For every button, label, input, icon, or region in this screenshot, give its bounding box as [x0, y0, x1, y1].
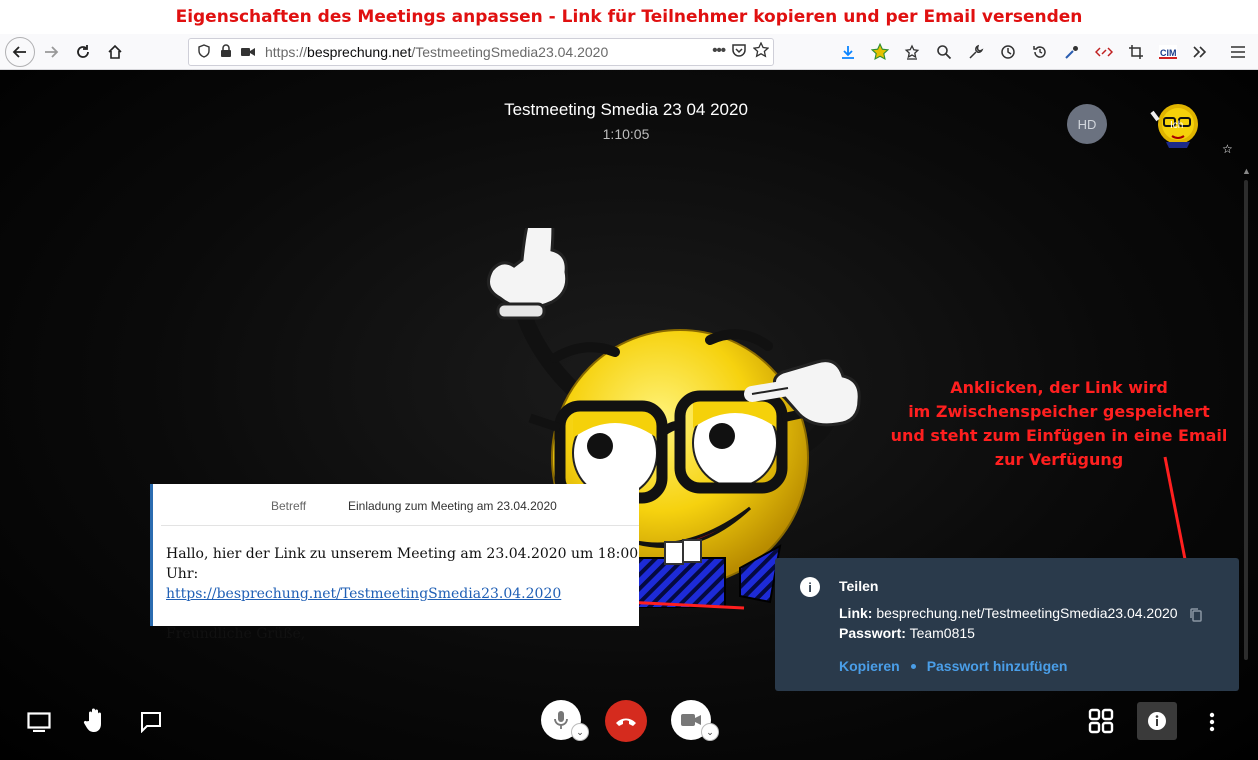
star-icon[interactable]: ☆: [1222, 142, 1233, 156]
extension-star-icon[interactable]: [864, 36, 896, 68]
reload-button[interactable]: [67, 36, 99, 68]
separator-dot: [910, 663, 916, 669]
email-greeting: Freundliche Grüße,: [166, 626, 306, 642]
more-options-icon[interactable]: [1204, 710, 1220, 734]
banner-text: Eigenschaften des Meetings anpassen - Li…: [175, 7, 1083, 27]
email-subject-row: Betreff Einladung zum Meeting am 23.04.2…: [161, 484, 639, 526]
annotation-banner: Eigenschaften des Meetings anpassen - Li…: [0, 0, 1258, 34]
microphone-options-chevron-icon[interactable]: ⌄: [571, 723, 589, 741]
email-meeting-link[interactable]: https://besprechung.net/TestmeetingSmedi…: [166, 584, 639, 604]
scroll-up-icon[interactable]: ▲: [1242, 166, 1251, 176]
hangup-button[interactable]: [605, 700, 647, 742]
video-camera-icon: [681, 714, 701, 726]
forward-button[interactable]: [35, 36, 67, 68]
camera-options-chevron-icon[interactable]: ⌄: [701, 723, 719, 741]
reading-list-icon[interactable]: [896, 36, 928, 68]
copy-link-icon[interactable]: [1188, 607, 1204, 623]
page-actions-icon[interactable]: •••: [712, 42, 726, 62]
email-line-1: Hallo, hier der Link zu unserem Meeting …: [166, 546, 639, 582]
phone-hangup-icon: [616, 718, 636, 726]
lock-icon[interactable]: [215, 43, 237, 61]
share-password-row: Passwort: Team0815: [839, 625, 975, 641]
subject-value: Einladung zum Meeting am 23.04.2020: [348, 499, 557, 513]
share-link-value: besprechung.net/TestmeetingSmedia23.04.2…: [876, 605, 1178, 621]
filmstrip-scrollbar[interactable]: ▲: [1240, 166, 1252, 666]
home-icon: [108, 44, 122, 59]
history-icon[interactable]: [992, 36, 1024, 68]
raise-hand-icon[interactable]: [82, 706, 108, 734]
share-title: Teilen: [839, 578, 879, 594]
meeting-stage: Testmeeting Smedia 23 04 2020 1:10:05 HD…: [0, 70, 1258, 760]
screen-share-icon[interactable]: [26, 710, 52, 734]
share-panel: i Teilen Link: besprechung.net/Testmeeti…: [775, 558, 1239, 691]
pocket-icon[interactable]: [731, 42, 747, 62]
add-password-button[interactable]: Passwort hinzufügen: [927, 658, 1068, 674]
share-password-value: Team0815: [909, 625, 975, 641]
annotation-text: Anklicken, der Link wird im Zwischenspei…: [890, 378, 1228, 469]
url-text[interactable]: https://besprechung.net/TestmeetingSmedi…: [265, 44, 608, 60]
meeting-title: Testmeeting Smedia 23 04 2020: [504, 100, 748, 119]
reload-icon: [77, 44, 89, 58]
hamburger-menu-icon[interactable]: [1222, 36, 1254, 68]
eyedropper-icon[interactable]: [1056, 36, 1088, 68]
wrench-icon[interactable]: [960, 36, 992, 68]
microphone-icon: [554, 711, 568, 729]
bookmark-star-icon[interactable]: [752, 41, 770, 62]
back-arrow-icon: [12, 45, 26, 58]
home-button[interactable]: [99, 36, 131, 68]
restore-icon[interactable]: [1024, 36, 1056, 68]
overflow-chevron-icon[interactable]: [1184, 36, 1216, 68]
tracking-shield-icon[interactable]: [193, 43, 215, 61]
share-link-row: Link: besprechung.net/TestmeetingSmedia2…: [839, 605, 1178, 621]
forward-arrow-icon: [45, 45, 59, 58]
cim-extension-icon[interactable]: CIM: [1152, 36, 1184, 68]
code-inspector-icon[interactable]: [1088, 36, 1120, 68]
tile-view-icon[interactable]: [1088, 708, 1114, 734]
email-preview: Betreff Einladung zum Meeting am 23.04.2…: [150, 484, 639, 642]
email-body: Hallo, hier der Link zu unserem Meeting …: [166, 544, 639, 644]
screenshot-crop-icon[interactable]: [1120, 36, 1152, 68]
subject-label: Betreff: [271, 499, 307, 513]
svg-text:CIM: CIM: [1160, 48, 1177, 58]
back-button[interactable]: [5, 36, 35, 67]
url-bar[interactable]: https://besprechung.net/TestmeetingSmedi…: [188, 38, 774, 66]
meeting-timer: 1:10:05: [602, 126, 650, 142]
chat-icon[interactable]: [139, 710, 163, 734]
downloads-icon[interactable]: [832, 36, 864, 68]
search-icon[interactable]: [928, 36, 960, 68]
info-icon: i: [800, 577, 820, 597]
copy-button[interactable]: Kopieren: [839, 658, 900, 674]
info-button[interactable]: [1137, 702, 1177, 740]
camera-permission-icon[interactable]: [237, 45, 259, 60]
participant-avatar[interactable]: HD: [1067, 104, 1107, 144]
self-view-label: Ich: [1170, 120, 1184, 131]
browser-toolbar: https://besprechung.net/TestmeetingSmedi…: [0, 34, 1258, 70]
info-circle-icon: [1148, 712, 1166, 730]
